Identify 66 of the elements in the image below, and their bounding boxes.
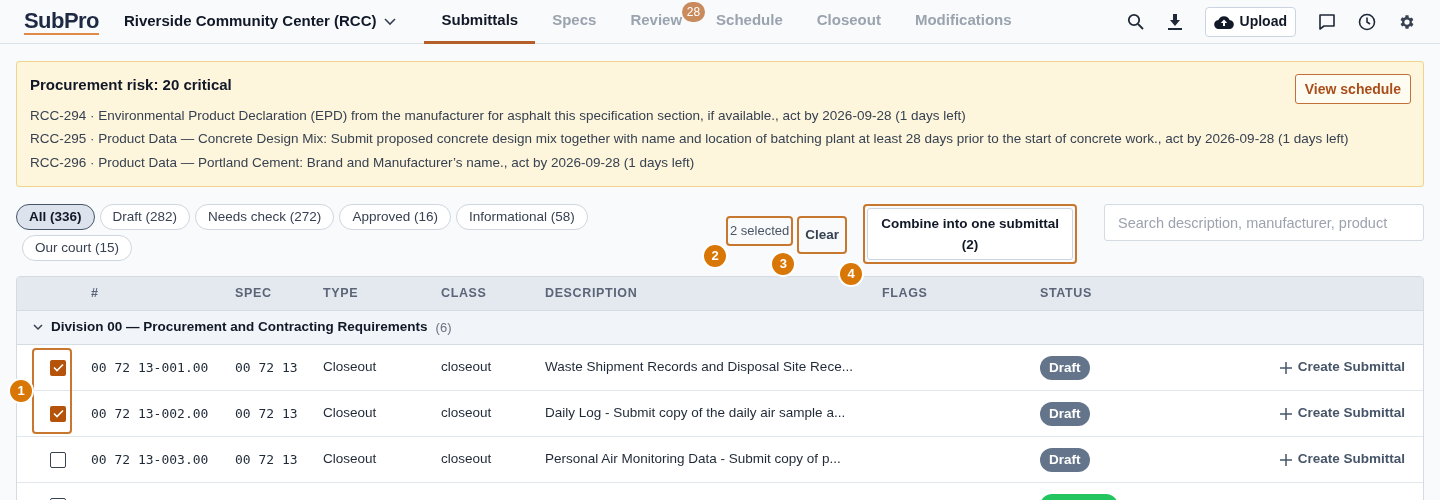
table-cell-text: Waste Shipment Records and Disposal Site Rece... [545, 358, 854, 377]
table-cell-text: closeout [441, 358, 493, 377]
column-header: STATUS [1040, 285, 1093, 303]
table-cell-text: Closeout [323, 450, 378, 469]
nav-tab[interactable]: Submittals [424, 0, 536, 44]
filter-chip[interactable]: Needs check (272) [195, 204, 335, 230]
chat-icon[interactable] [1318, 12, 1336, 31]
project-selector[interactable]: Riverside Community Center (RCC) [123, 10, 397, 33]
group-count: (6) [435, 318, 452, 337]
chevron-down-icon [384, 17, 397, 26]
table-cell-text: Closeout [323, 404, 378, 423]
count-badge: 28 [681, 1, 706, 22]
callout-number: 2 [702, 243, 728, 269]
search-field[interactable]: Search description, manufacturer, product [1104, 204, 1424, 241]
table-cell-text: Daily Log - Submit copy of the daily air sample a... [545, 404, 847, 423]
table-cell-text: 00 72 13-003.00 [91, 450, 210, 469]
checkbox[interactable] [50, 405, 66, 422]
callout-number: 1 [8, 378, 34, 404]
column-header: TYPE [323, 285, 360, 303]
filter-chip[interactable]: Informational (58) [455, 204, 588, 230]
filter-chip[interactable]: Our court (15) [22, 235, 133, 261]
plus-icon [1279, 453, 1292, 466]
status-badge: Draft [1040, 447, 1090, 472]
status-badge: Draft [1040, 401, 1090, 426]
checkbox[interactable] [50, 451, 66, 468]
create-submittal-button[interactable]: Create Submittal [1279, 449, 1405, 470]
column-header: CLASS [441, 285, 488, 303]
logo: SubPro [24, 8, 99, 35]
callout-number: 4 [838, 261, 865, 287]
table-cell-text: 00 72 13 [235, 404, 299, 423]
callout-number: 3 [770, 251, 797, 277]
column-header: SPEC [235, 285, 273, 303]
column-header: # [91, 285, 100, 303]
cloud-upload-icon [1213, 14, 1234, 29]
search-icon[interactable] [1126, 12, 1145, 31]
plus-icon [1279, 361, 1292, 374]
table-cell-text: 00 72 13-001.00 [91, 358, 210, 377]
combine-button[interactable]: Combine into one submittal (2) [867, 208, 1074, 260]
filter-chip[interactable]: Draft (282) [99, 204, 191, 230]
upload-button[interactable]: Upload [1204, 6, 1296, 37]
create-submittal-button[interactable]: Create Submittal [1279, 403, 1405, 424]
create-submittal-button[interactable]: Create Submittal [1279, 357, 1405, 378]
banner-title: Procurement risk: 20 critical [30, 75, 232, 95]
table-cell-text: 00 72 13 [235, 450, 299, 469]
table-cell-text: closeout [441, 450, 493, 469]
download-icon[interactable] [1166, 12, 1183, 31]
plus-icon [1279, 407, 1292, 420]
group-toggle[interactable]: Division 00 — Procurement and Contracting Requirements [33, 317, 428, 338]
clock-icon[interactable] [1358, 12, 1376, 31]
table-cell-text: 00 72 13-002.00 [91, 404, 210, 423]
table-cell-text: Closeout [323, 358, 378, 377]
status-badge: Draft [1040, 355, 1090, 380]
risk-item: RCC-295 · Product Data — Concrete Design Mix: Submit proposed concrete design mix together with name and location of batching plant at least 28 days prior to the start of concrete work., act by 2026-09-28 (1 days left) [30, 130, 1350, 148]
settings-icon[interactable] [1398, 12, 1416, 31]
risk-item: RCC-294 · Environmental Product Declaration (EPD) from the manufacturer for asphalt this specification section, if available., act by 2026-09-28 (1 days left) [30, 106, 967, 125]
view-schedule-button[interactable]: View schedule [1294, 74, 1411, 104]
table-cell-text: closeout [441, 404, 493, 423]
filter-chip[interactable]: All (336) [16, 204, 95, 230]
column-header: DESCRIPTION [545, 285, 639, 303]
column-header: FLAGS [882, 285, 929, 303]
table-cell-text: 00 72 13 [235, 358, 299, 377]
filter-chip[interactable]: Approved (16) [339, 204, 451, 230]
table-cell-text: Personal Air Monitoring Data - Submit copy of p... [545, 450, 842, 469]
checkbox[interactable] [50, 359, 66, 376]
risk-item: RCC-296 · Product Data — Portland Cement: Brand and Manufacturer’s name., act by 2026-09-28 (1 days left) [30, 153, 696, 172]
chevron-down-icon [33, 324, 43, 331]
